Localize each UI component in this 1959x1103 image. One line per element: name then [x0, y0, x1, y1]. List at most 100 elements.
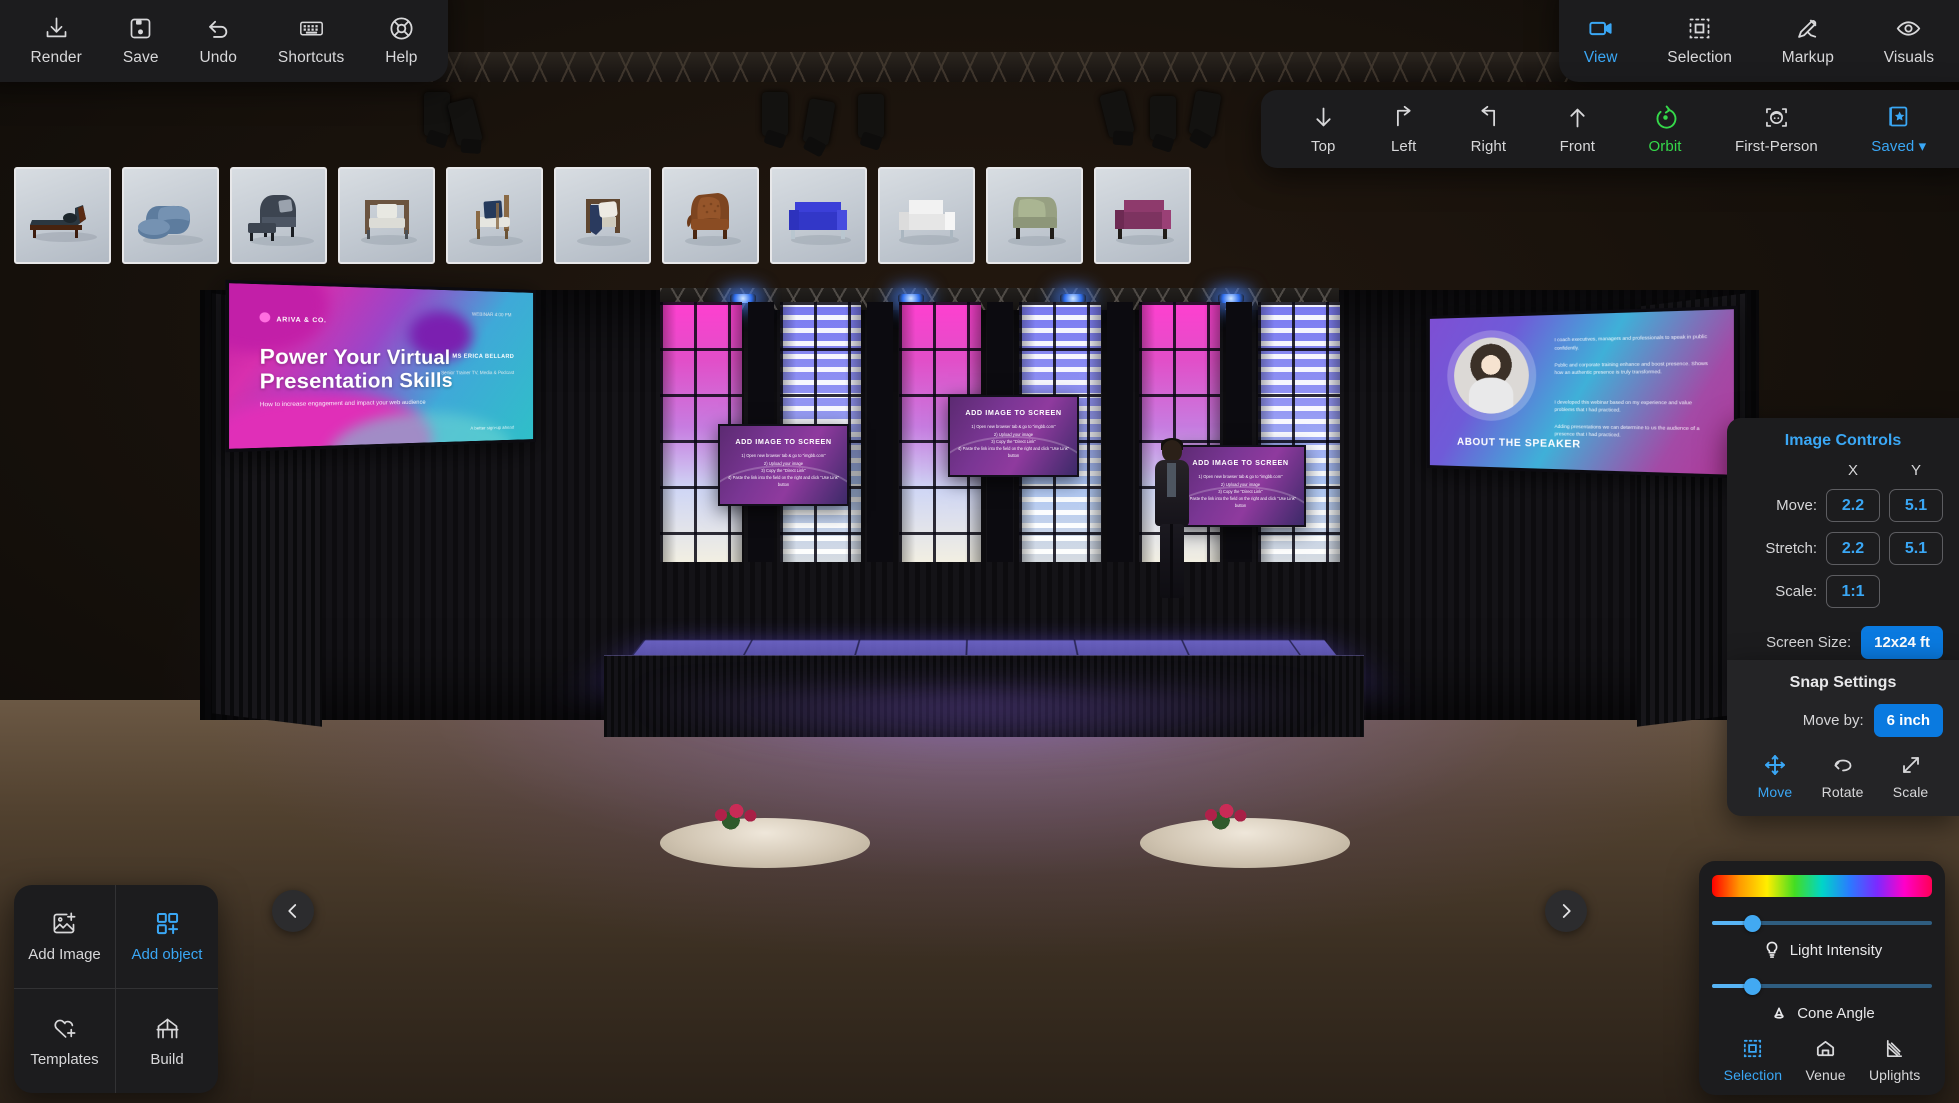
cone-angle-slider[interactable]: [1712, 973, 1932, 999]
center-screen-2[interactable]: ADD IMAGE TO SCREEN 1) Open new browser …: [948, 395, 1079, 477]
chevron-left-icon: [288, 904, 297, 918]
screen-size-label: Screen Size:: [1766, 634, 1852, 651]
right-presentation-screen[interactable]: ABOUT THE SPEAKER I coach executives, ma…: [1427, 305, 1738, 479]
left-presentation-screen[interactable]: ARIVA & CO. WEBINAR 4:00 PM Power Your V…: [225, 279, 536, 453]
speaker-para-3: I developed this webinar based on my exp…: [1554, 399, 1692, 413]
view-front-button[interactable]: Front: [1560, 104, 1596, 155]
view-right-button[interactable]: Right: [1471, 104, 1507, 155]
snap-rotate-label: Rotate: [1821, 784, 1864, 800]
object-thumbnail[interactable]: [662, 167, 759, 264]
light-mode-venue[interactable]: Venue: [1805, 1037, 1846, 1083]
top-right-toolbar: View Selection Markup Visuals: [1559, 0, 1959, 82]
tab-selection[interactable]: Selection: [1667, 15, 1732, 67]
move-y-input[interactable]: 5.1: [1889, 489, 1943, 522]
image-controls-title: Image Controls: [1784, 432, 1902, 449]
build-button[interactable]: Build: [116, 989, 218, 1093]
stage-lamp: [1188, 90, 1222, 138]
floppy-disk-icon: [127, 15, 154, 42]
object-thumbnail[interactable]: [14, 167, 111, 264]
screen-size-button[interactable]: 12x24 ft: [1861, 626, 1943, 659]
placeholder-line-2: 2) Upload your image: [993, 431, 1034, 437]
view-first-person-button[interactable]: First-Person: [1735, 104, 1818, 155]
light-controls-panel: Light Intensity Cone Angle Selection Ven…: [1699, 861, 1945, 1095]
object-thumbnail[interactable]: [986, 167, 1083, 264]
placeholder-line-3: 3) Copy the "Direct Link": [761, 467, 806, 473]
cone-angle-caption: Cone Angle: [1712, 1003, 1932, 1023]
carousel-next-button[interactable]: [1545, 890, 1587, 932]
view-saved-label: Saved ▾: [1871, 138, 1927, 155]
image-plus-icon: [51, 910, 78, 937]
object-thumbnail[interactable]: [770, 167, 867, 264]
tab-view[interactable]: View: [1584, 15, 1618, 67]
speaker-para-4: Adding presentations we can determine to…: [1554, 423, 1700, 438]
stretch-y-input[interactable]: 5.1: [1889, 532, 1943, 565]
placeholder-heading: ADD IMAGE TO SCREEN: [1192, 458, 1289, 468]
object-thumbnail[interactable]: [338, 167, 435, 264]
object-thumbnail[interactable]: [122, 167, 219, 264]
view-orbit-button[interactable]: Orbit: [1649, 104, 1682, 155]
render-button[interactable]: Render: [30, 15, 82, 67]
tab-selection-label: Selection: [1667, 49, 1732, 66]
stage-lamp: [447, 97, 483, 147]
build-label: Build: [150, 1050, 184, 1068]
placeholder-heading: ADD IMAGE TO SCREEN: [735, 437, 832, 447]
slide-speaker-name: MS ERICA BELLARD: [452, 353, 515, 361]
save-button[interactable]: Save: [123, 15, 159, 67]
shortcuts-label: Shortcuts: [277, 49, 345, 66]
slide-title-layout: ARIVA & CO. WEBINAR 4:00 PM Power Your V…: [225, 279, 534, 453]
move-by-button[interactable]: 6 inch: [1873, 704, 1943, 737]
undo-button[interactable]: Undo: [200, 15, 237, 67]
color-spectrum-slider[interactable]: [1712, 875, 1932, 897]
scale-input[interactable]: 1:1: [1826, 575, 1880, 608]
tab-visuals[interactable]: Visuals: [1884, 15, 1934, 67]
object-thumbnail[interactable]: [446, 167, 543, 264]
move-x-input[interactable]: 2.2: [1826, 489, 1880, 522]
snap-scale-button[interactable]: Scale: [1893, 753, 1929, 800]
slider-knob[interactable]: [1743, 915, 1761, 932]
chaise-lounge-icon: [29, 205, 97, 243]
object-thumbnail[interactable]: [878, 167, 975, 264]
light-mode-selection-label: Selection: [1723, 1067, 1783, 1083]
light-mode-selection[interactable]: Selection: [1724, 1037, 1783, 1083]
templates-button[interactable]: Templates: [14, 989, 116, 1093]
armchair-ottoman-icon: [247, 195, 314, 247]
center-screen-3[interactable]: ADD IMAGE TO SCREEN 1) Open new browser …: [1175, 445, 1306, 527]
tab-markup[interactable]: Markup: [1782, 15, 1834, 67]
object-thumbnail[interactable]: [1094, 167, 1191, 264]
view-left-button[interactable]: Left: [1390, 104, 1417, 155]
center-screen-1[interactable]: ADD IMAGE TO SCREEN 1) Open new browser …: [718, 424, 849, 506]
move-arrows-icon: [1763, 753, 1787, 777]
light-mode-uplights[interactable]: Uplights: [1869, 1037, 1920, 1083]
snap-move-button[interactable]: Move: [1758, 753, 1793, 800]
frame-chair-icon: [360, 200, 417, 246]
carousel-prev-button[interactable]: [272, 890, 314, 932]
object-thumbnail[interactable]: [230, 167, 327, 264]
led-column-gap: [1106, 302, 1133, 562]
snap-scale-label: Scale: [1892, 784, 1929, 800]
tab-view-label: View: [1583, 49, 1618, 66]
axis-x-header: X: [1847, 462, 1858, 479]
light-mode-uplights-label: Uplights: [1868, 1067, 1921, 1083]
pencil-ruler-icon: [1794, 15, 1821, 42]
placeholder-line-4: 4) Paste the link into the field on the …: [1184, 495, 1297, 509]
presenter-figure[interactable]: [1150, 438, 1194, 600]
view-saved-button[interactable]: Saved ▾: [1871, 103, 1926, 155]
floor-reflection: [480, 690, 1480, 890]
slide-speaker-role: Senior Trainer TV, Media & Podcast: [441, 369, 515, 376]
saved-view-star-icon: [1885, 103, 1912, 130]
object-thumbnail[interactable]: [554, 167, 651, 264]
snap-rotate-button[interactable]: Rotate: [1822, 753, 1864, 800]
stretch-x-input[interactable]: 2.2: [1826, 532, 1880, 565]
add-image-button[interactable]: Add Image: [14, 885, 116, 989]
undo-arrow-icon: [205, 15, 232, 42]
placeholder-line-1: 1) Open new browser tab & go to "imgbb.c…: [971, 424, 1056, 430]
leather-wing-chair-icon: [684, 193, 741, 247]
shortcuts-button[interactable]: Shortcuts: [278, 15, 344, 67]
light-intensity-slider[interactable]: [1712, 910, 1932, 936]
help-button[interactable]: Help: [385, 15, 417, 67]
view-top-button[interactable]: Top: [1310, 104, 1337, 155]
slider-knob[interactable]: [1743, 978, 1761, 995]
add-object-button[interactable]: Add object: [116, 885, 218, 989]
cone-angle-label: Cone Angle: [1797, 1004, 1875, 1022]
placeholder-line-2: 2) Upload your image: [1220, 481, 1261, 487]
